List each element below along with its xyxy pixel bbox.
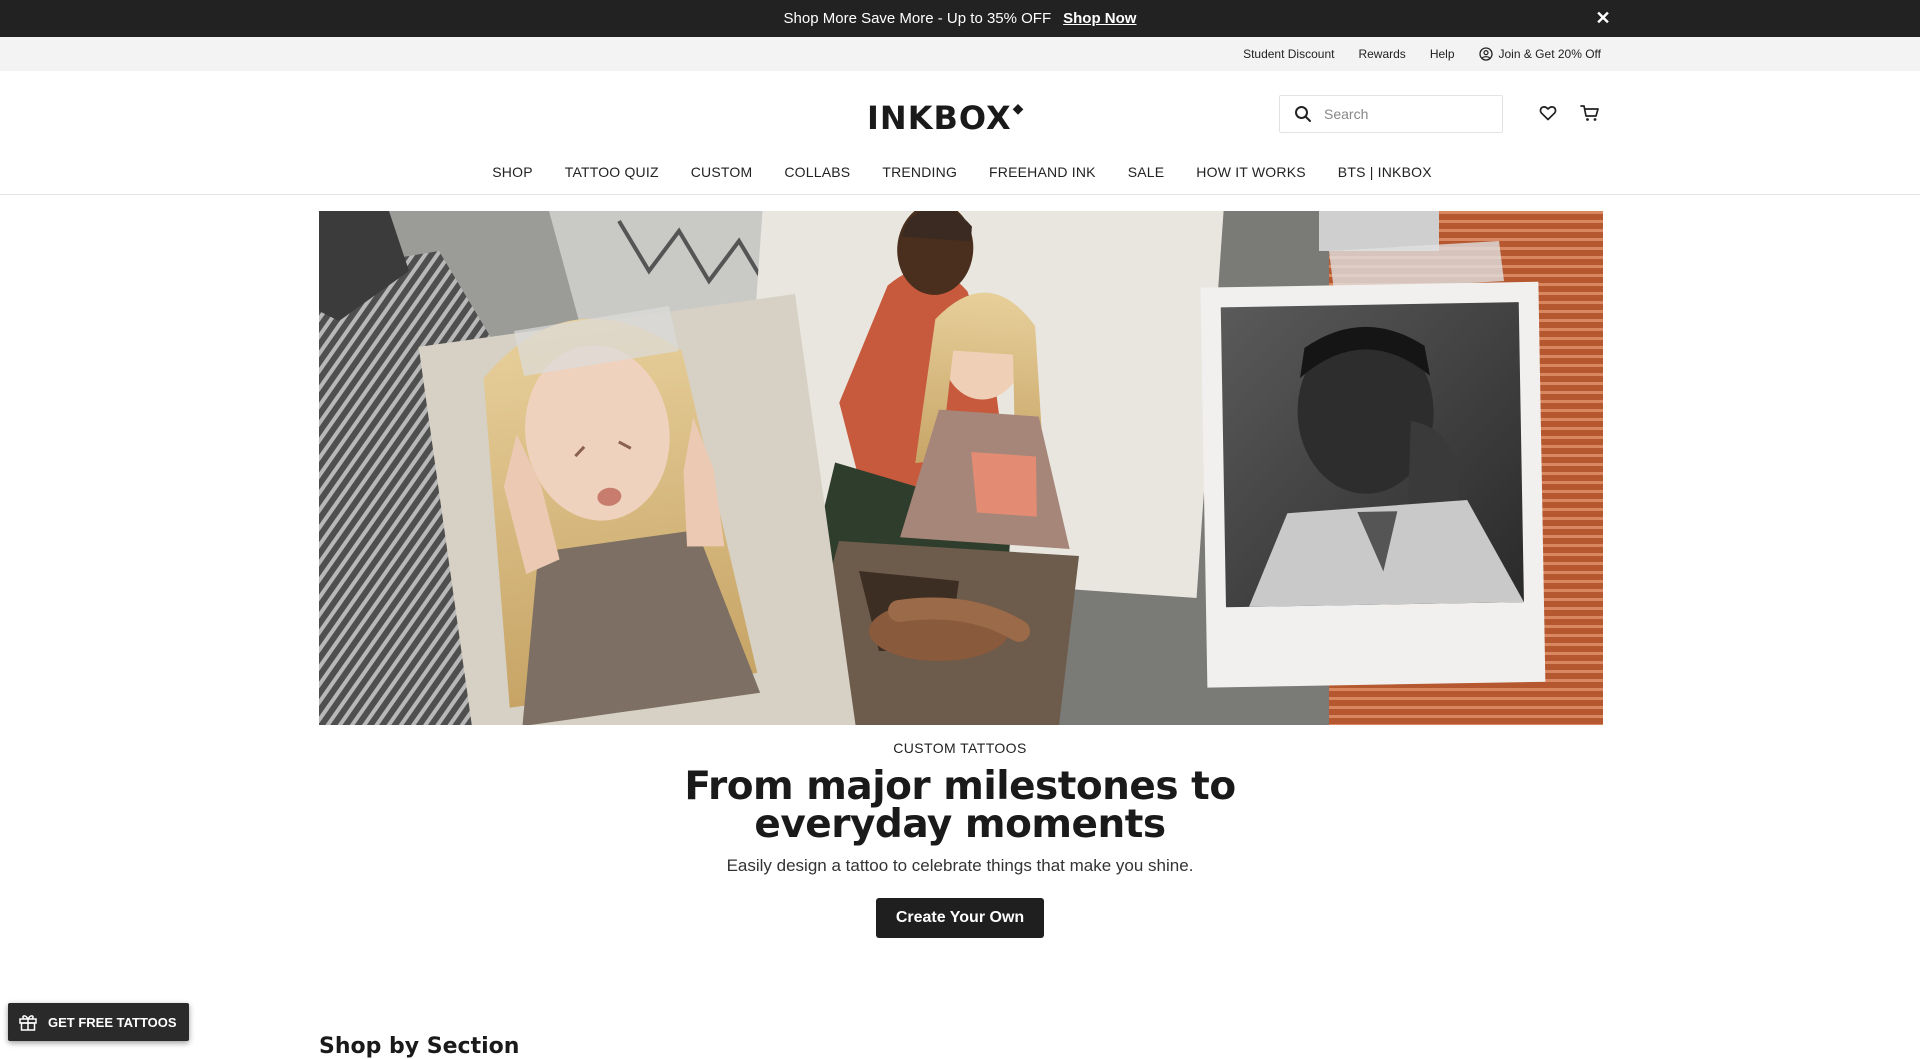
site-header: INKBOX◆ SHOP TATTOO QUIZ CUSTOM COLLABS …: [0, 71, 1920, 195]
inkbox-logo[interactable]: INKBOX◆: [867, 99, 1024, 137]
promo-bar: Shop More Save More - Up to 35% OFF Shop…: [0, 0, 1920, 37]
search-icon: [1295, 106, 1311, 122]
heart-icon[interactable]: [1539, 104, 1557, 122]
create-your-own-button[interactable]: Create Your Own: [876, 898, 1044, 938]
search-box[interactable]: [1279, 95, 1503, 133]
utility-bar: Student Discount Rewards Help Join & Get…: [0, 37, 1920, 71]
student-discount-link[interactable]: Student Discount: [1243, 47, 1334, 61]
utility-links: Student Discount Rewards Help Join & Get…: [1243, 37, 1601, 71]
hero-eyebrow: CUSTOM TATTOOS: [893, 740, 1027, 756]
nav-item-sale[interactable]: SALE: [1128, 164, 1165, 180]
hero-image[interactable]: [319, 211, 1603, 725]
help-link[interactable]: Help: [1430, 47, 1455, 61]
account-link[interactable]: Join & Get 20% Off: [1478, 47, 1602, 61]
user-circle-icon: [1478, 47, 1493, 61]
section-heading: Shop by Section: [319, 1034, 520, 1059]
nav-item-custom[interactable]: CUSTOM: [691, 164, 753, 180]
get-free-tattoos-button[interactable]: GET FREE TATTOOS: [8, 1003, 189, 1041]
account-label: Join & Get 20% Off: [1498, 47, 1602, 61]
search-input[interactable]: [1322, 105, 1492, 123]
logo-text: INKBOX: [867, 99, 1012, 137]
nav-item-collabs[interactable]: COLLABS: [784, 164, 850, 180]
logo-drop-icon: ◆: [1012, 101, 1025, 117]
nav-item-shop[interactable]: SHOP: [492, 164, 532, 180]
rewards-link[interactable]: Rewards: [1358, 47, 1405, 61]
gift-icon: [19, 1015, 37, 1031]
cart-icon[interactable]: [1580, 104, 1600, 122]
nav-item-bts-inkbox[interactable]: BTS | INKBOX: [1338, 164, 1432, 180]
main-nav: SHOP TATTOO QUIZ CUSTOM COLLABS TRENDING…: [0, 157, 1920, 187]
nav-item-freehand-ink[interactable]: FREEHAND INK: [989, 164, 1096, 180]
hero-collage: [319, 211, 1603, 725]
promo-text: Shop More Save More - Up to 35% OFF: [783, 10, 1052, 27]
hero-copy: CUSTOM TATTOOS From major milestones to …: [0, 740, 1920, 938]
nav-item-how-it-works[interactable]: HOW IT WORKS: [1196, 164, 1305, 180]
free-tattoos-label: GET FREE TATTOOS: [48, 1014, 177, 1030]
hero-subline: Easily design a tattoo to celebrate thin…: [726, 856, 1194, 875]
hero-headline: From major milestones to everyday moment…: [684, 764, 1236, 847]
close-icon[interactable]: ✕: [1594, 9, 1612, 27]
nav-item-trending[interactable]: TRENDING: [882, 164, 957, 180]
nav-item-tattoo-quiz[interactable]: TATTOO QUIZ: [565, 164, 659, 180]
shop-now-link[interactable]: Shop Now: [1063, 10, 1136, 27]
